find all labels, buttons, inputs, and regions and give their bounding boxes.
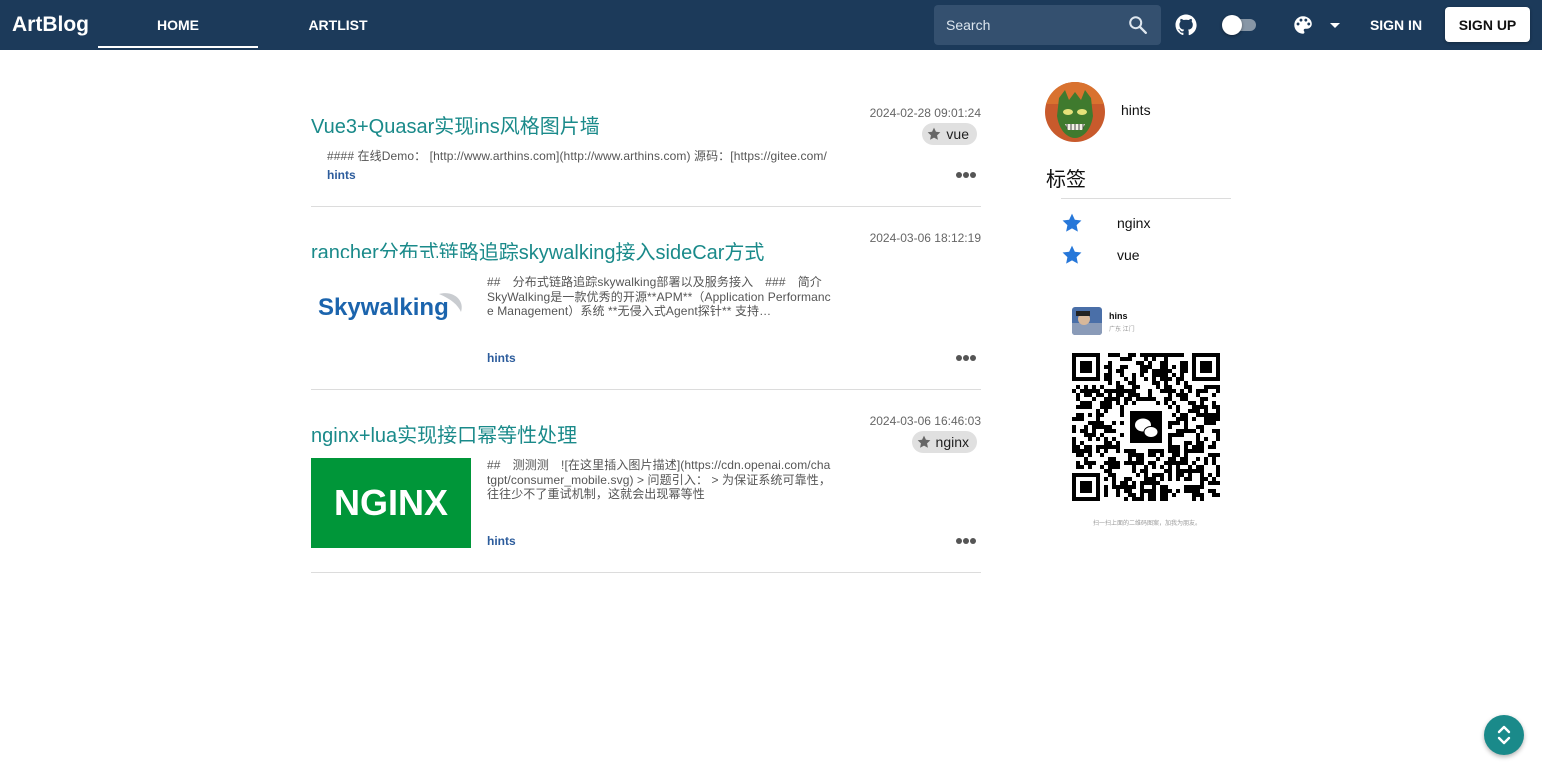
skywalking-logo: Skywalking — [318, 293, 462, 321]
avatar-image — [1045, 82, 1105, 142]
skywalking-logo-text: Skywalking — [318, 294, 449, 321]
sidebar-user-name[interactable]: hints — [1121, 102, 1151, 118]
article-date: 2024-03-06 16:46:03 — [869, 414, 981, 428]
brand-logo[interactable]: ArtBlog — [12, 13, 89, 37]
article-card: nginx+lua实现接口幂等性处理 2024-03-06 16:46:03 n… — [311, 390, 981, 573]
dark-mode-toggle[interactable] — [1222, 15, 1256, 35]
search-icon[interactable] — [1127, 14, 1149, 36]
article-date: 2024-03-06 18:12:19 — [869, 231, 981, 245]
tags-heading: 标签 — [1046, 169, 1086, 191]
star-icon — [1062, 245, 1082, 264]
article-author[interactable]: hints — [487, 534, 516, 548]
article-title[interactable]: Vue3+Quasar实现ins风格图片墙 — [311, 110, 600, 139]
article-excerpt: #### 在线Demo： [http://www.arthins.com](ht… — [327, 149, 827, 163]
top-app-bar: ArtBlog HOME ARTLIST SIGN IN SIGN UP — [0, 0, 1542, 50]
star-icon — [928, 127, 941, 140]
palette-icon[interactable] — [1292, 14, 1314, 36]
sign-up-button[interactable]: SIGN UP — [1445, 7, 1530, 42]
tag-chip-label: vue — [946, 126, 969, 142]
more-icon[interactable] — [955, 536, 977, 546]
scroll-to-top-button[interactable] — [1484, 715, 1524, 755]
article-title[interactable]: nginx+lua实现接口幂等性处理 — [311, 419, 577, 448]
avatar[interactable] — [1045, 82, 1105, 142]
qr-user-name: hins — [1109, 311, 1128, 321]
article-card: Vue3+Quasar实现ins风格图片墙 2024-02-28 09:01:2… — [311, 96, 981, 207]
sidebar-tag-label: nginx — [1117, 215, 1151, 231]
toggle-knob — [1222, 15, 1242, 35]
tag-chip-label: nginx — [935, 434, 969, 450]
sidebar-tag-nginx[interactable]: nginx — [1061, 208, 1231, 238]
qr-code — [1072, 353, 1220, 501]
sidebar-tag-label: vue — [1117, 247, 1140, 263]
qr-location: 广东 江门 — [1109, 327, 1135, 333]
wechat-qr-card: hins 广东 江门 扫一扫上面的二维码图案，加我为朋友。 — [1064, 300, 1230, 534]
article-author[interactable]: hints — [487, 351, 516, 365]
article-date: 2024-02-28 09:01:24 — [869, 106, 981, 120]
article-excerpt: ## 分布式链路追踪skywalking部署以及服务接入 ### 简介 SkyW… — [487, 275, 831, 318]
search-box — [934, 5, 1161, 45]
nginx-logo-text: NGINX — [334, 482, 448, 523]
tab-artlist[interactable]: ARTLIST — [258, 0, 418, 50]
star-icon — [917, 435, 930, 448]
article-card: rancher分布式链路追踪skywalking接入sideCar方式 2024… — [311, 207, 981, 390]
qr-caption: 扫一扫上面的二维码图案，加我为朋友。 — [1092, 521, 1201, 527]
chevron-down-icon[interactable] — [1327, 17, 1343, 33]
search-input[interactable] — [934, 5, 1124, 45]
sign-in-button[interactable]: SIGN IN — [1362, 9, 1430, 41]
article-thumbnail[interactable]: NGINX — [311, 458, 471, 548]
more-icon[interactable] — [955, 353, 977, 363]
qr-avatar — [1072, 307, 1102, 335]
tag-chip-vue[interactable]: vue — [922, 123, 977, 145]
article-excerpt: ## 测测测 ![在这里插入图片描述](https://cdn.openai.c… — [487, 458, 831, 501]
more-icon[interactable] — [955, 170, 977, 180]
tag-chip-nginx[interactable]: nginx — [911, 431, 977, 453]
nginx-logo: NGINX — [334, 482, 448, 523]
sidebar-tag-vue[interactable]: vue — [1061, 240, 1231, 270]
divider — [1061, 198, 1231, 199]
article-thumbnail[interactable]: Skywalking — [311, 258, 471, 348]
unfold-icon — [1497, 725, 1511, 745]
article-author[interactable]: hints — [327, 168, 356, 182]
star-icon — [1062, 213, 1082, 232]
github-icon[interactable] — [1174, 13, 1198, 37]
tab-home[interactable]: HOME — [98, 0, 258, 50]
